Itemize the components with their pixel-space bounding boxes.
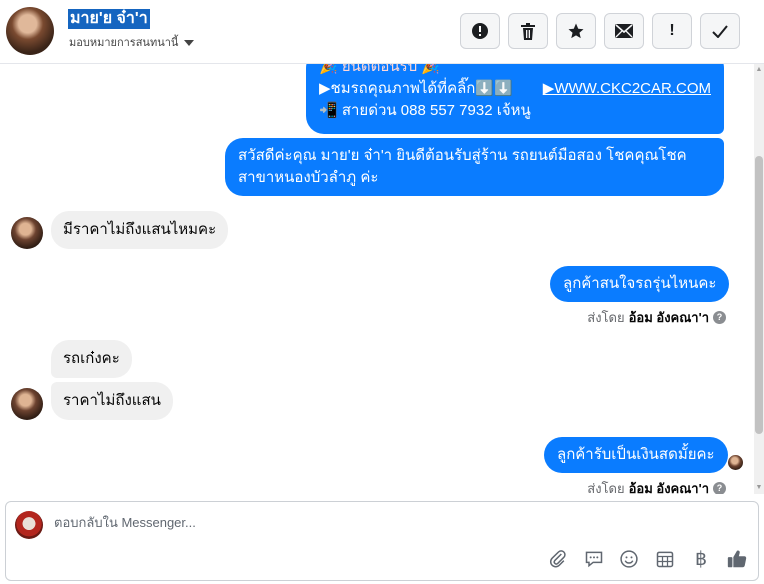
help-icon[interactable]: ? <box>713 311 726 324</box>
exclamation-circle-icon <box>472 23 488 39</box>
mark-spam-button[interactable] <box>460 13 500 49</box>
scroll-down-arrow-icon[interactable]: ▼ <box>755 484 763 492</box>
message-bubble-incoming[interactable]: รถเก๋งคะ <box>51 340 132 378</box>
payment-icon[interactable]: ฿ <box>689 547 713 571</box>
message-bubble-outgoing[interactable]: สวัสดีค่ะคุณ มาย'ย จ๋า'า ยินดีต้อนรับสู่… <box>225 138 724 196</box>
exclamation-icon: ! <box>669 22 675 39</box>
star-button[interactable] <box>556 13 596 49</box>
scroll-up-arrow-icon[interactable]: ▲ <box>755 66 763 74</box>
website-link[interactable]: ▶WWW.CKC2CAR.COM <box>543 78 711 100</box>
sent-by-label: ส่งโดย อ้อม อังคณา'า ? <box>587 478 726 494</box>
sender-name[interactable]: อ้อม อังคณา'า <box>629 307 709 328</box>
message-text: ▶ชมรถคุณภาพได้ที่คลิ๊ก⬇️⬇️ <box>319 80 513 97</box>
contact-name[interactable]: มาย'ย จ๋า'า <box>68 9 150 29</box>
message-text: มีราคาไม่ถึงแสนไหมคะ <box>63 221 217 238</box>
delete-button[interactable] <box>508 13 548 49</box>
sent-by-prefix: ส่งโดย <box>587 481 625 494</box>
chevron-down-icon <box>184 39 195 46</box>
page-avatar <box>15 511 43 539</box>
message-bubble-outgoing[interactable]: ลูกค้าสนใจรถรุ่นไหนคะ <box>550 266 730 302</box>
reply-composer: ฿ <box>5 501 759 581</box>
contact-avatar-small <box>11 217 43 249</box>
trash-icon <box>521 22 535 40</box>
message-bubble-outgoing[interactable]: 🎉 ยินดีต้อนรับ 🎉 ▶ชมรถคุณภาพได้ที่คลิ๊ก⬇… <box>306 64 724 134</box>
message-bubble-incoming[interactable]: มีราคาไม่ถึงแสนไหมคะ <box>51 211 229 249</box>
mark-done-button[interactable] <box>700 13 740 49</box>
message-text: 📲 สายด่วน 088 557 7932 เจ้หนู <box>319 102 531 119</box>
mark-unread-button[interactable] <box>604 13 644 49</box>
message-text: ลูกค้าสนใจรถรุ่นไหนคะ <box>563 275 717 292</box>
checkmark-icon <box>712 24 728 38</box>
help-icon[interactable]: ? <box>713 482 726 494</box>
message-thread[interactable]: 🎉 ยินดีต้อนรับ 🎉 ▶ชมรถคุณภาพได้ที่คลิ๊ก⬇… <box>0 64 764 494</box>
reply-input[interactable] <box>54 515 694 530</box>
conversation-header: มาย'ย จ๋า'า มอบหมายการสนทนานี้ ! <box>0 0 764 64</box>
message-text: รถเก๋งคะ <box>63 350 120 367</box>
message-bubble-outgoing[interactable]: ลูกค้ารับเป็นเงินสดมั้ยคะ <box>544 437 728 473</box>
attach-icon[interactable] <box>546 547 570 571</box>
star-icon <box>568 23 584 39</box>
follow-up-button[interactable]: ! <box>652 13 692 49</box>
assign-label: มอบหมายการสนทนานี้ <box>69 37 179 49</box>
contact-avatar-small <box>11 388 43 420</box>
contact-avatar[interactable] <box>6 7 54 55</box>
like-icon[interactable] <box>725 547 749 571</box>
message-bubble-incoming[interactable]: ราคาไม่ถึงแสน <box>51 382 173 420</box>
message-text: ราคาไม่ถึงแสน <box>63 392 161 409</box>
message-text: ลูกค้ารับเป็นเงินสดมั้ยคะ <box>557 446 715 463</box>
appointment-icon[interactable] <box>653 547 677 571</box>
message-text: สวัสดีค่ะคุณ มาย'ย จ๋า'า ยินดีต้อนรับสู่… <box>238 147 687 186</box>
sent-by-prefix: ส่งโดย <box>587 310 625 325</box>
emoji-icon[interactable] <box>617 547 641 571</box>
scrollbar-thumb[interactable] <box>755 156 763 434</box>
seen-receipt-avatar <box>728 455 743 470</box>
assign-conversation-dropdown[interactable]: มอบหมายการสนทนานี้ <box>69 33 195 51</box>
saved-replies-icon[interactable] <box>582 547 606 571</box>
sent-by-label: ส่งโดย อ้อม อังคณา'า ? <box>587 307 726 328</box>
envelope-icon <box>615 24 633 38</box>
sender-name[interactable]: อ้อม อังคณา'า <box>629 478 709 494</box>
